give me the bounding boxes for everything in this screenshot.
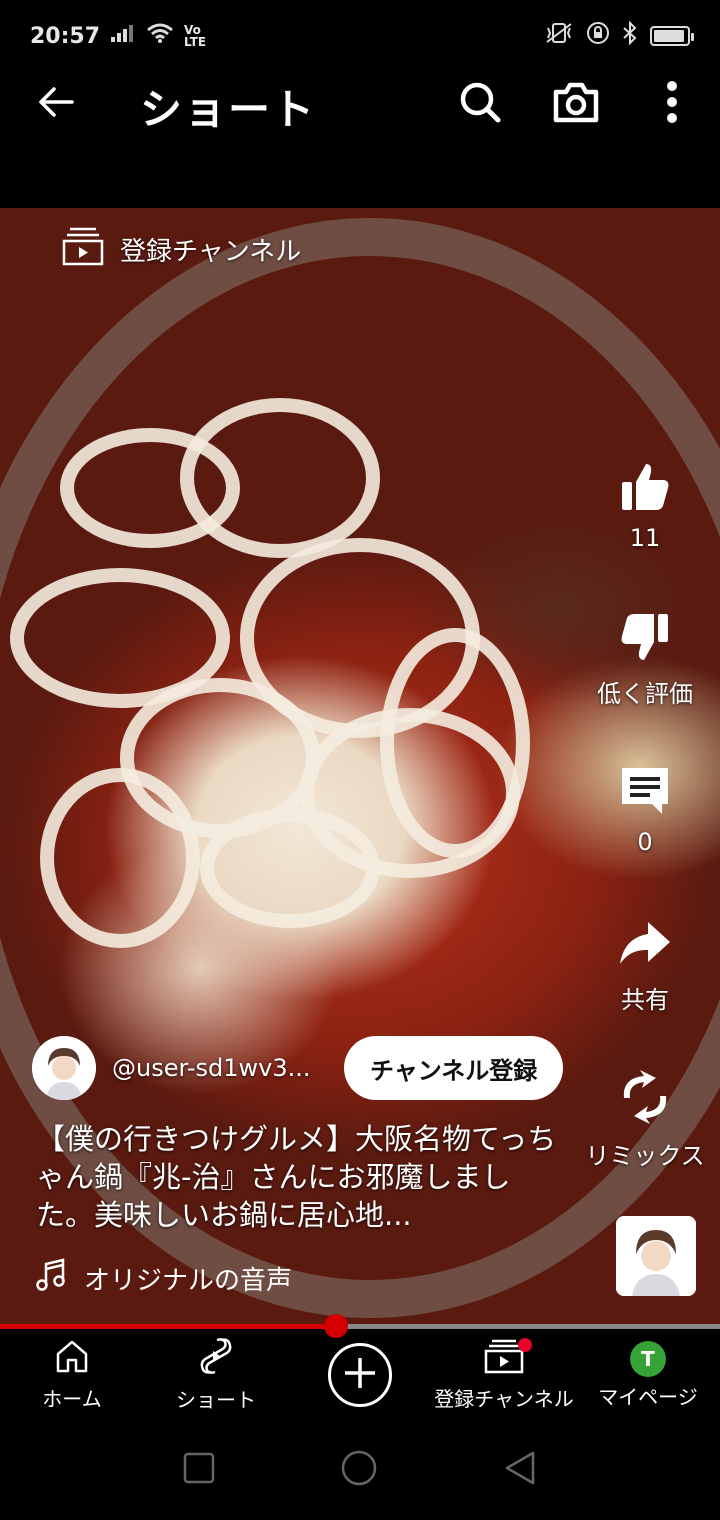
remix-label: リミックス — [585, 1142, 705, 1170]
comment-icon — [618, 764, 672, 822]
audio-row[interactable]: オリジナルの音声 — [36, 1258, 292, 1299]
channel-row: @user-sd1wv3... チャンネル登録 — [32, 1036, 564, 1100]
bluetooth-icon — [622, 20, 638, 51]
nav-home[interactable]: ホーム — [0, 1330, 144, 1420]
remix-button[interactable]: リミックス — [570, 1068, 720, 1171]
video-caption[interactable]: 【僕の行きつけグルメ】大阪名物てっちゃん鍋『兆-治』さんにお邪魔しました。美味し… — [36, 1120, 566, 1234]
comments-button[interactable]: 0 — [570, 764, 720, 856]
audio-thumbnail[interactable] — [616, 1216, 696, 1296]
subscriptions-icon — [62, 226, 104, 273]
bottom-nav: ホーム ショート 登録チャンネル T マイページ — [0, 1330, 720, 1420]
plus-icon — [342, 1355, 378, 1396]
more-vert-icon[interactable] — [648, 78, 696, 126]
channel-name[interactable]: @user-sd1wv3... — [112, 1054, 332, 1082]
subscriptions-chip[interactable]: 登録チャンネル — [62, 226, 301, 273]
nav-shorts-label: ショート — [176, 1388, 256, 1412]
shorts-icon — [199, 1337, 233, 1380]
home-icon — [54, 1338, 90, 1379]
music-note-icon — [36, 1258, 66, 1299]
nav-shorts[interactable]: ショート — [144, 1330, 288, 1420]
remix-icon — [616, 1068, 674, 1130]
channel-avatar[interactable] — [32, 1036, 96, 1100]
battery-icon — [650, 26, 694, 46]
system-nav-bar — [0, 1420, 720, 1520]
search-icon[interactable] — [456, 78, 504, 126]
nav-subscriptions-label: 登録チャンネル — [434, 1387, 574, 1411]
create-button[interactable] — [328, 1343, 392, 1407]
app-bar: ショート — [0, 72, 720, 134]
like-button[interactable]: 11 — [570, 460, 720, 552]
share-button[interactable]: 共有 — [570, 916, 720, 1015]
dislike-button[interactable]: 低く評価 — [570, 610, 720, 709]
nav-subscriptions[interactable]: 登録チャンネル — [432, 1330, 576, 1420]
dislike-label: 低く評価 — [597, 680, 693, 708]
nav-home-label: ホーム — [42, 1387, 102, 1411]
camera-icon[interactable] — [552, 78, 600, 126]
thumb-up-icon — [618, 460, 672, 518]
share-icon — [618, 916, 672, 974]
status-time: 20:57 — [30, 23, 101, 49]
nav-profile[interactable]: T マイページ — [576, 1330, 720, 1420]
profile-avatar: T — [630, 1340, 666, 1377]
rotation-lock-icon — [586, 21, 610, 51]
nav-create[interactable] — [288, 1330, 432, 1420]
share-label: 共有 — [621, 986, 669, 1014]
audio-label: オリジナルの音声 — [84, 1266, 293, 1296]
like-count: 11 — [629, 524, 661, 552]
signal-icon — [110, 23, 136, 49]
back-triangle-icon[interactable] — [503, 1450, 537, 1490]
comment-count: 0 — [637, 828, 653, 856]
back-arrow-icon[interactable] — [34, 80, 78, 124]
volte-badge: Vo LTE — [184, 23, 207, 49]
progress-fill — [0, 1324, 337, 1329]
vibrate-icon — [544, 21, 574, 51]
wifi-icon — [146, 22, 174, 50]
page-title: ショート — [140, 85, 317, 134]
status-bar: 20:57 Vo LTE — [0, 0, 720, 72]
thumb-down-icon — [618, 610, 672, 668]
nav-profile-label: マイページ — [598, 1384, 698, 1409]
subscribe-button[interactable]: チャンネル登録 — [344, 1036, 564, 1100]
notification-dot — [518, 1338, 532, 1352]
home-circle-icon[interactable] — [340, 1449, 378, 1491]
recents-icon[interactable] — [183, 1452, 215, 1488]
video-progress-bar[interactable] — [0, 1314, 720, 1338]
subscriptions-chip-label: 登録チャンネル — [120, 237, 302, 267]
